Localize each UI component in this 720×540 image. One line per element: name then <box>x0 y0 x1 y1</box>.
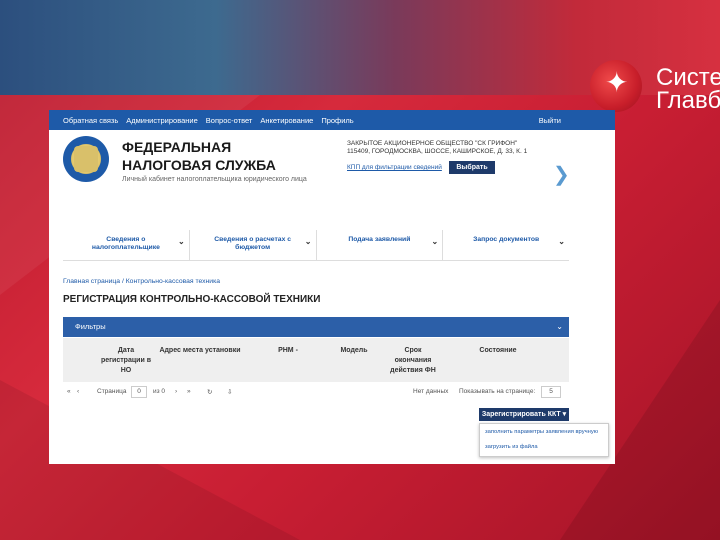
column-header-model[interactable]: Модель <box>329 346 379 356</box>
column-header-text: Срок <box>404 347 422 354</box>
column-header-text: РНМ - <box>278 347 298 354</box>
export-icon[interactable]: ⇩ <box>227 388 232 396</box>
prev-page-icon[interactable]: ‹ <box>77 388 79 395</box>
brand-line-2: Главб <box>656 87 720 114</box>
column-header-fn-expiry[interactable]: Срок окончания действия ФН <box>383 346 443 376</box>
no-data-text: Нет данных <box>413 388 449 395</box>
kpp-filter-link[interactable]: КПП для фильтрации сведений <box>347 164 442 171</box>
org-name: ЗАКРЫТОЕ АКЦИОНЕРНОЕ ОБЩЕСТВО "СК ГРИФОН… <box>347 140 518 147</box>
nav-faq[interactable]: Вопрос-ответ <box>206 116 253 125</box>
column-header-text: НО <box>120 367 132 374</box>
first-page-icon[interactable]: « <box>67 388 71 395</box>
refresh-icon[interactable]: ↻ <box>207 388 212 396</box>
choose-button[interactable]: Выбрать <box>449 161 495 174</box>
page-title: РЕГИСТРАЦИЯ КОНТРОЛЬНО-КАССОВОЙ ТЕХНИКИ <box>63 294 321 305</box>
column-header-text: Состояние <box>479 347 517 354</box>
per-page-label: Показывать на странице: <box>459 388 536 395</box>
menu-label: налогоплательщике <box>91 244 160 251</box>
menu-document-requests[interactable]: Запрос документов ⌄ <box>443 230 569 260</box>
brand-text: Систе Главб <box>656 64 720 114</box>
page-count: из 0 <box>153 388 166 395</box>
site-title: ФЕДЕРАЛЬНАЯ НАЛОГОВАЯ СЛУЖБА <box>122 138 276 174</box>
brand-star-icon: ✦ <box>605 67 629 98</box>
main-menu: Сведения о налогоплательщике ⌄ Сведения … <box>63 230 569 261</box>
filters-panel-header[interactable]: Фильтры ⌄ <box>63 317 569 337</box>
column-header-text: регистрации в <box>100 357 152 364</box>
chevron-down-icon: ⌄ <box>558 237 565 246</box>
page-label: Страница <box>97 388 127 395</box>
filters-label: Фильтры <box>75 322 106 331</box>
menu-label: Сведения о расчетах с <box>214 236 292 243</box>
menu-item-upload-file[interactable]: загрузить из файла <box>480 441 608 454</box>
nav-feedback[interactable]: Обратная связь <box>63 116 118 125</box>
app-screenshot: Обратная связь Администрирование Вопрос-… <box>49 110 615 464</box>
register-dropdown-menu: заполнить параметры заявления вручную за… <box>479 423 609 457</box>
chevron-down-icon: ⌄ <box>431 237 439 246</box>
breadcrumb[interactable]: Главная страница / Контрольно-кассовая т… <box>63 278 220 285</box>
per-page-select[interactable]: 5 <box>541 386 561 398</box>
column-header-address[interactable]: Адрес места установки <box>155 346 245 356</box>
nav-administration[interactable]: Администрирование <box>126 116 198 125</box>
menu-label: Подача заявлений <box>348 236 411 243</box>
column-header-text: окончания <box>394 357 432 364</box>
column-header-rnm[interactable]: РНМ - <box>263 346 313 356</box>
top-navigation: Обратная связь Администрирование Вопрос-… <box>49 110 615 130</box>
site-title-line-1: ФЕДЕРАЛЬНАЯ <box>122 139 232 155</box>
pagination-bar: « ‹ Страница 0 из 0 › » ↻ ⇩ Нет данных П… <box>63 386 569 400</box>
chevron-down-icon[interactable]: ⌄ <box>556 317 563 337</box>
nav-survey[interactable]: Анкетирование <box>260 116 313 125</box>
site-header: ФЕДЕРАЛЬНАЯ НАЛОГОВАЯ СЛУЖБА Личный каби… <box>49 130 615 202</box>
menu-taxpayer-info[interactable]: Сведения о налогоплательщике ⌄ <box>63 230 190 260</box>
column-header-text: Дата <box>117 347 135 354</box>
chevron-down-icon: ⌄ <box>304 237 312 246</box>
column-header-text: действия ФН <box>390 367 436 374</box>
menu-applications[interactable]: Подача заявлений ⌄ <box>317 230 444 260</box>
org-address: 115409, ГОРОДМОСКВА, ШОССЕ, КАШИРСКОЕ, Д… <box>347 148 528 155</box>
menu-label: бюджетом <box>235 244 271 251</box>
chevron-down-icon: ⌄ <box>178 237 185 246</box>
menu-item-manual-entry[interactable]: заполнить параметры заявления вручную <box>480 426 608 439</box>
column-header-status[interactable]: Состояние <box>463 346 533 356</box>
menu-budget-settlements[interactable]: Сведения о расчетах с бюджетом ⌄ <box>190 230 317 260</box>
fns-emblem-icon <box>63 136 109 182</box>
column-header-text: Адрес места установки <box>159 347 241 354</box>
column-header-text: Модель <box>340 347 368 354</box>
column-header-registration-date[interactable]: Дата регистрации в НО <box>91 346 161 376</box>
chevron-right-icon[interactable]: ❯ <box>553 162 570 187</box>
menu-label: Сведения о <box>106 236 146 243</box>
nav-exit[interactable]: Выйти <box>539 116 561 125</box>
site-title-line-2: НАЛОГОВАЯ СЛУЖБА <box>122 157 276 173</box>
brand-line-1: Систе <box>656 64 720 91</box>
menu-label: Запрос документов <box>473 236 540 243</box>
page-number-input[interactable]: 0 <box>131 386 147 398</box>
site-subtitle: Личный кабинет налогоплательщика юридиче… <box>122 176 307 183</box>
nav-profile[interactable]: Профиль <box>321 116 353 125</box>
organization-info: ЗАКРЫТОЕ АКЦИОНЕРНОЕ ОБЩЕСТВО "СК ГРИФОН… <box>347 140 527 156</box>
last-page-icon[interactable]: » <box>187 388 191 395</box>
table-header: Дата регистрации в НО Адрес места устано… <box>63 338 569 382</box>
register-kkt-button[interactable]: Зарегистрировать ККТ ▾ <box>479 408 569 421</box>
next-page-icon[interactable]: › <box>175 388 177 395</box>
